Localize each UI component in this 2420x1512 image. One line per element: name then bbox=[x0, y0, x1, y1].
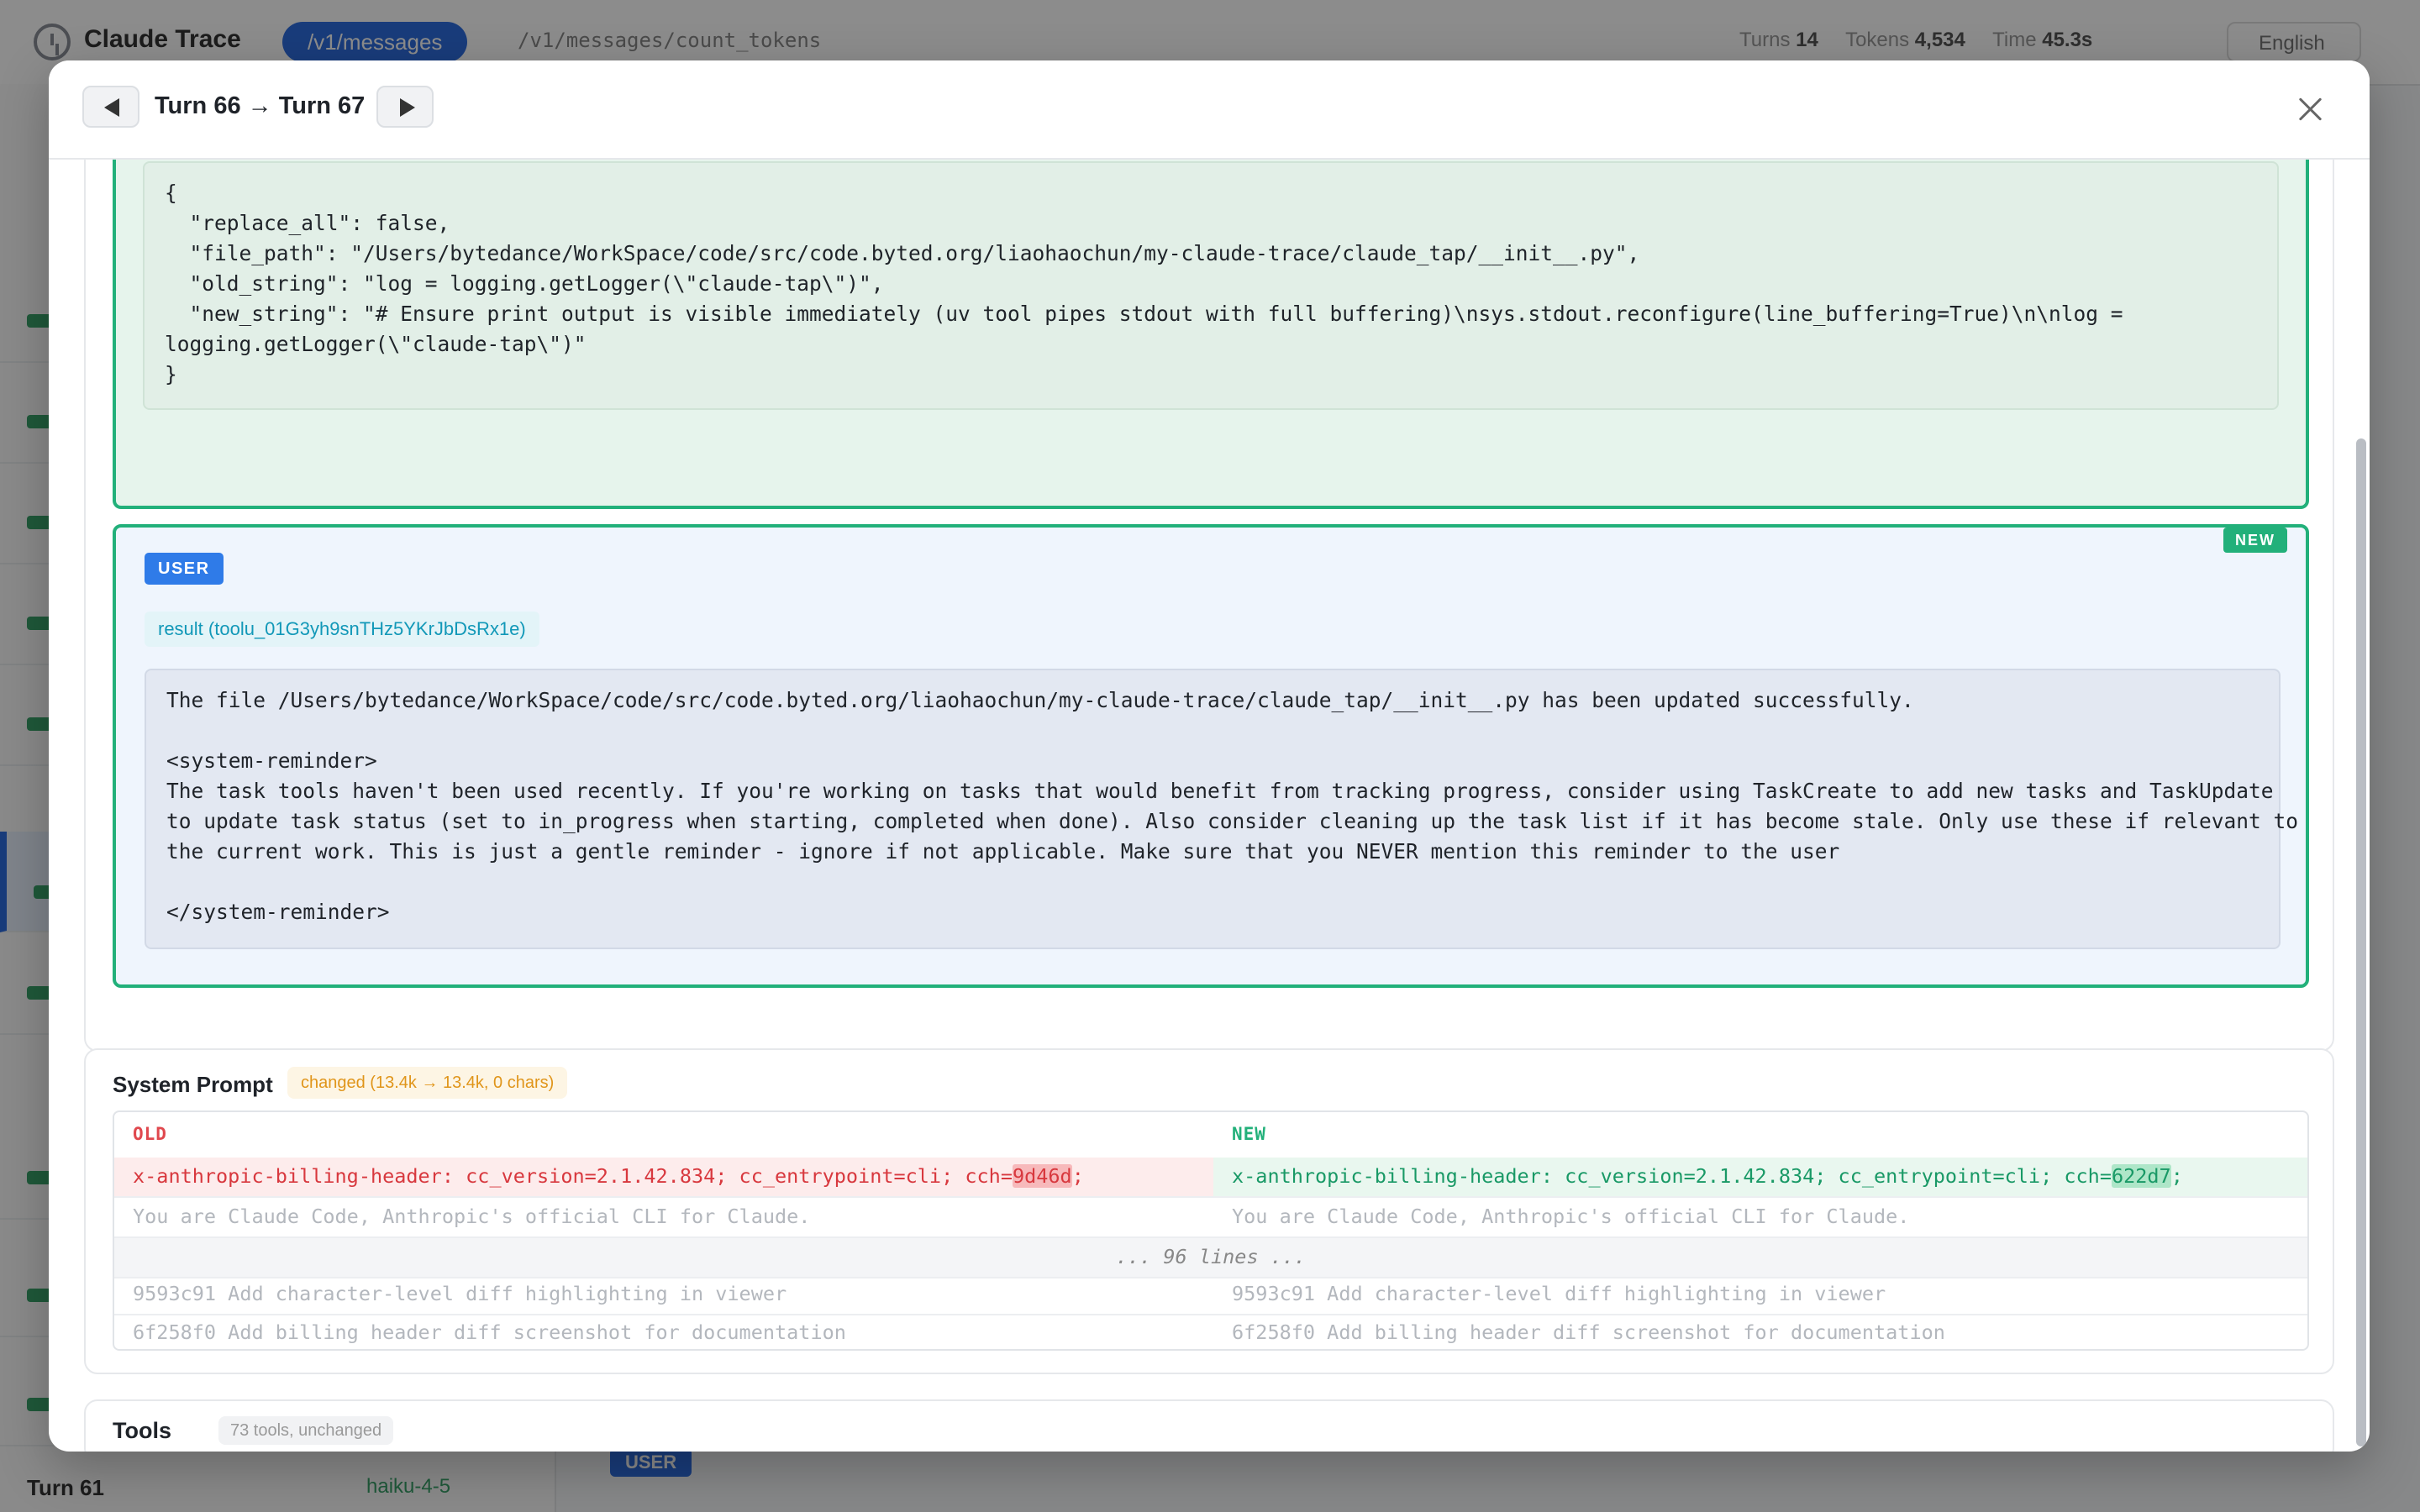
next-turn-button[interactable] bbox=[376, 86, 434, 128]
tools-meta-badge: 73 tools, unchanged bbox=[218, 1416, 394, 1445]
messages-section: { "replace_all": false, "file_path": "/U… bbox=[84, 160, 2334, 1052]
diff-old-line: You are Claude Code, Anthropic's officia… bbox=[133, 1205, 811, 1228]
tools-title: Tools bbox=[113, 1418, 171, 1443]
diff-collapsed-lines[interactable]: ... 96 lines ... bbox=[114, 1238, 2307, 1278]
system-prompt-title: System Prompt bbox=[113, 1072, 273, 1097]
modal-scrollbar-thumb[interactable] bbox=[2356, 438, 2366, 1446]
old-highlight: 9d46d bbox=[1012, 1164, 1072, 1188]
diff-old-line: x-anthropic-billing-header: cc_version=2… bbox=[114, 1158, 1213, 1196]
diff-row-changed: x-anthropic-billing-header: cc_version=2… bbox=[114, 1158, 2307, 1198]
diff-new-line: You are Claude Code, Anthropic's officia… bbox=[1232, 1205, 1910, 1228]
tool-result-content: The file /Users/bytedance/WorkSpace/code… bbox=[145, 669, 2298, 949]
modal-body[interactable]: { "replace_all": false, "file_path": "/U… bbox=[49, 160, 2370, 1452]
role-badge: USER bbox=[145, 553, 224, 585]
change-badge: changed (13.4k → 13.4k, 0 chars) bbox=[287, 1067, 568, 1099]
modal-title: Turn 66 → Turn 67 bbox=[155, 92, 366, 119]
tool-input-code: { "replace_all": false, "file_path": "/U… bbox=[143, 161, 2279, 410]
old-column-header: OLD bbox=[133, 1124, 167, 1144]
user-message: USER NEW result (toolu_01G3yh9snTHz5YKrJ… bbox=[113, 524, 2309, 988]
new-suffix: ; bbox=[2170, 1164, 2183, 1188]
diff-old-line: 6f258f0 Add billing header diff screensh… bbox=[133, 1320, 846, 1344]
triangle-right-icon bbox=[400, 98, 415, 117]
diff-row-context: 9593c91 Add character-level diff highlig… bbox=[114, 1275, 2307, 1315]
system-prompt-section: System Prompt changed (13.4k → 13.4k, 0 … bbox=[84, 1048, 2334, 1374]
previous-turn-button[interactable] bbox=[82, 86, 139, 128]
new-highlight: 622d7 bbox=[2111, 1164, 2171, 1188]
new-prefix: x-anthropic-billing-header: cc_version=2… bbox=[1232, 1164, 2112, 1188]
new-column-header: NEW bbox=[1232, 1124, 1266, 1144]
diff-old-line: 9593c91 Add character-level diff highlig… bbox=[133, 1282, 787, 1305]
close-icon[interactable] bbox=[2294, 92, 2328, 126]
tool-use-message: { "replace_all": false, "file_path": "/U… bbox=[113, 160, 2309, 509]
old-suffix: ; bbox=[1071, 1164, 1084, 1188]
diff-new-line: x-anthropic-billing-header: cc_version=2… bbox=[1213, 1158, 2307, 1196]
tool-result-label: result (toolu_01G3yh9snTHz5YKrJbDsRx1e) bbox=[145, 612, 539, 647]
old-prefix: x-anthropic-billing-header: cc_version=2… bbox=[133, 1164, 1013, 1188]
triangle-left-icon bbox=[104, 98, 119, 117]
diff-table: OLD NEW x-anthropic-billing-header: cc_v… bbox=[113, 1110, 2309, 1351]
diff-header: OLD NEW bbox=[114, 1112, 2307, 1159]
diff-row-context: 6f258f0 Add billing header diff screensh… bbox=[114, 1314, 2307, 1349]
diff-row-context: You are Claude Code, Anthropic's officia… bbox=[114, 1198, 2307, 1238]
new-badge: NEW bbox=[2223, 528, 2287, 553]
modal-header: Turn 66 → Turn 67 bbox=[49, 60, 2370, 160]
diff-new-line: 6f258f0 Add billing header diff screensh… bbox=[1232, 1320, 1945, 1344]
turn-diff-modal: Turn 66 → Turn 67 { "replace_all": false… bbox=[49, 60, 2370, 1452]
tools-section[interactable]: Tools 73 tools, unchanged bbox=[84, 1399, 2334, 1452]
diff-new-line: 9593c91 Add character-level diff highlig… bbox=[1232, 1282, 1886, 1305]
